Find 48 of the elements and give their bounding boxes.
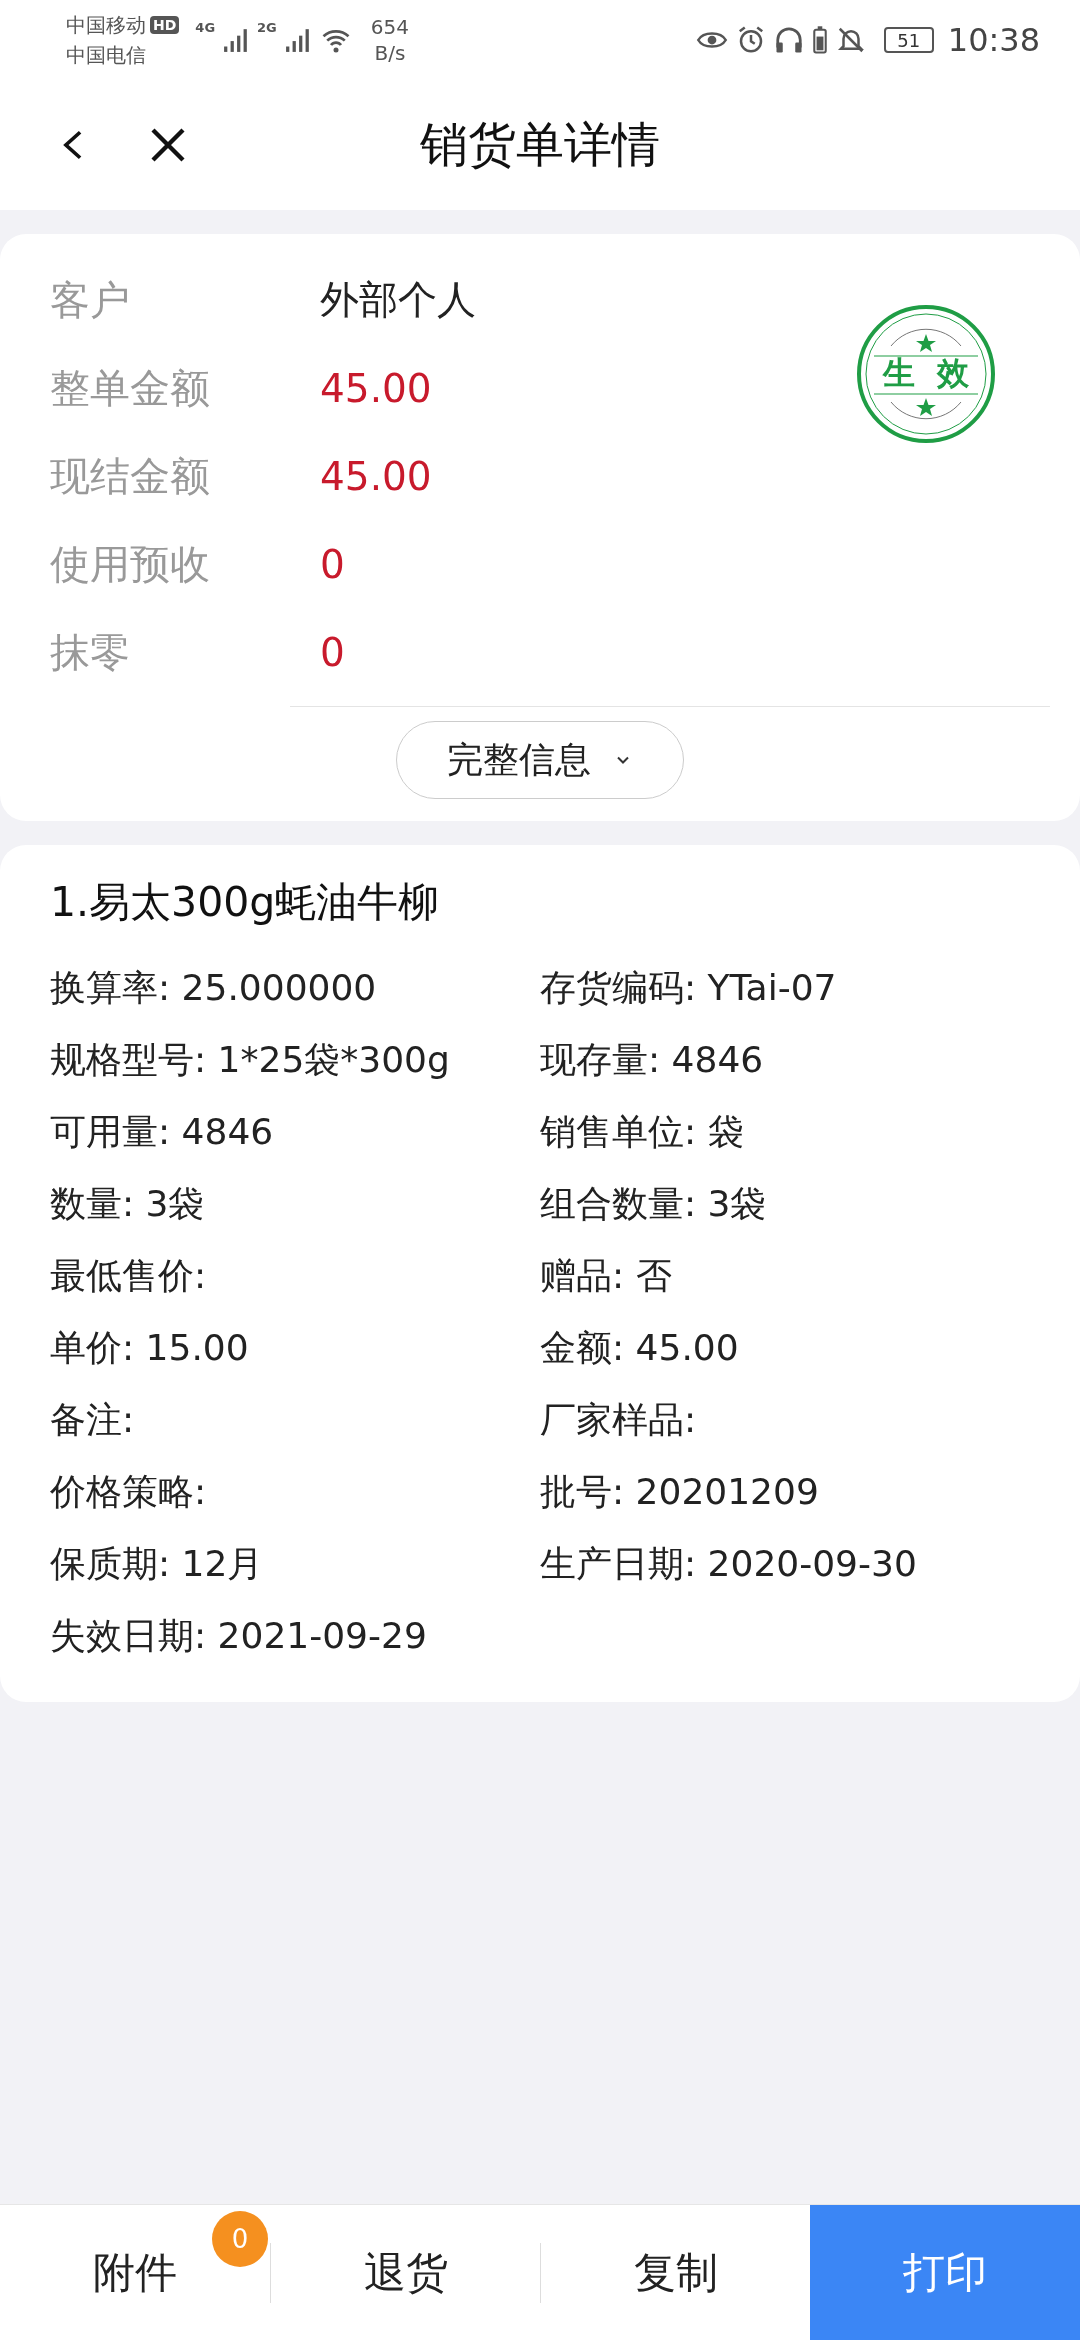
carrier-name: 中国电信 bbox=[66, 42, 147, 69]
signal-icon bbox=[284, 27, 311, 53]
battery-small-icon bbox=[811, 25, 828, 55]
item-field: 单价: 15.00 bbox=[50, 1312, 540, 1384]
item-field: 现存量: 4846 bbox=[540, 1024, 1050, 1096]
item-field: 存货编码: YTai-07 bbox=[540, 952, 1050, 1024]
item-field: 备注: bbox=[50, 1384, 540, 1456]
item-field: 批号: 20201209 bbox=[540, 1456, 1050, 1528]
field-label: 整单金额 bbox=[50, 363, 211, 413]
item-field: 换算率: 25.000000 bbox=[50, 952, 540, 1024]
item-field: 金额: 45.00 bbox=[540, 1312, 1050, 1384]
item-field: 厂家样品: bbox=[540, 1384, 1050, 1456]
item-title: 1.易太300g蚝油牛柳 bbox=[50, 877, 441, 928]
item-field: 失效日期: 2021-09-29 bbox=[50, 1600, 540, 1672]
stamp-text: 生效 bbox=[883, 353, 991, 394]
item-field: 最低售价: bbox=[50, 1240, 540, 1312]
full-info-button[interactable]: 完整信息 bbox=[396, 721, 684, 799]
print-button[interactable]: 打印 bbox=[810, 2205, 1080, 2340]
field-label: 客户 bbox=[50, 275, 131, 325]
item-field: 可用量: 4846 bbox=[50, 1096, 540, 1168]
network-speed: 654 bbox=[370, 14, 409, 40]
item-field: 价格策略: bbox=[50, 1456, 540, 1528]
carrier-name: 中国移动 bbox=[66, 12, 146, 39]
field-value: 外部个人 bbox=[320, 276, 476, 324]
hd-badge: HD bbox=[150, 16, 180, 34]
item-field: 数量: 3袋 bbox=[50, 1168, 540, 1240]
field-label: 使用预收 bbox=[50, 539, 211, 589]
muted-bell-icon bbox=[835, 25, 866, 55]
clock: 10:38 bbox=[947, 21, 1040, 59]
field-label: 现结金额 bbox=[50, 451, 211, 501]
field-value: 45.00 bbox=[320, 365, 432, 411]
battery-icon: 51 bbox=[883, 27, 934, 53]
field-label: 抹零 bbox=[50, 627, 131, 677]
network-type: 2G bbox=[257, 20, 277, 35]
field-value: 45.00 bbox=[320, 453, 432, 499]
item-field: 销售单位: 袋 bbox=[540, 1096, 1050, 1168]
speed-unit: B/s bbox=[374, 40, 406, 66]
headphones-icon bbox=[773, 25, 804, 55]
signal-icon bbox=[223, 27, 250, 53]
field-value: 0 bbox=[320, 629, 345, 675]
item-field: 规格型号: 1*25袋*300g bbox=[50, 1024, 540, 1096]
item-field: 保质期: 12月 bbox=[50, 1528, 540, 1600]
page-title: 销货单详情 bbox=[420, 115, 660, 174]
field-value: 0 bbox=[320, 541, 345, 587]
item-field: 组合数量: 3袋 bbox=[540, 1168, 1050, 1240]
network-type: 4G bbox=[195, 20, 216, 35]
item-field: 赠品: 否 bbox=[540, 1240, 1050, 1312]
item-field: 生产日期: 2020-09-30 bbox=[540, 1528, 1050, 1600]
